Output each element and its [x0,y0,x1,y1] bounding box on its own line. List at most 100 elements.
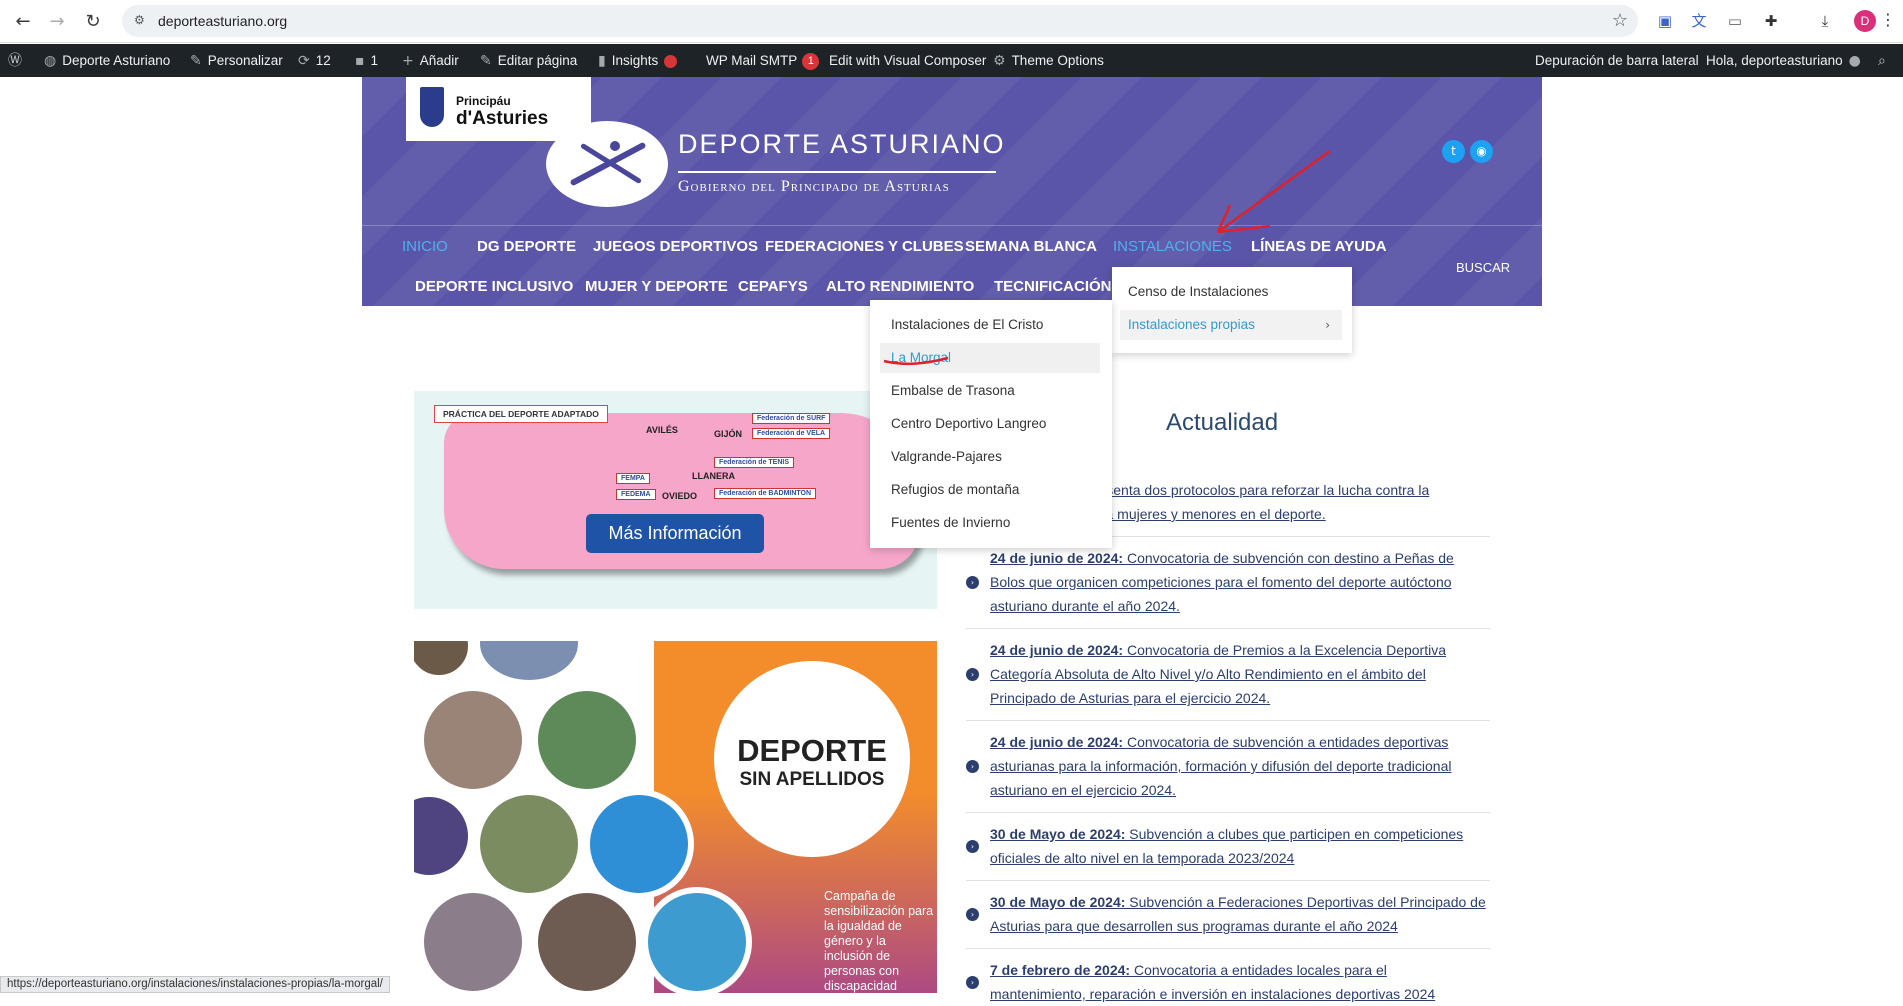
chevron-right-icon: › [966,976,979,989]
menu-icon[interactable]: ⋮ [1880,10,1896,29]
extension-icon[interactable]: ▣ [1654,10,1676,32]
nav-lineas-ayuda[interactable]: LÍNEAS DE AYUDA [1251,238,1387,255]
adminbar-account[interactable]: Hola, deporteasturiano ● [1706,44,1867,77]
nav-inicio[interactable]: INICIO [402,238,448,255]
news-link[interactable]: 30 de Mayo de 2024: Subvención a clubes … [990,822,1486,870]
adminbar-add-new[interactable]: + Añadir [402,44,459,77]
government-logo[interactable]: Principáu d'Asturies [406,77,591,141]
menu-item-censo[interactable]: Censo de Instalaciones [1120,277,1342,307]
promo-deporte-sin-apellidos[interactable]: DEPORTE SIN APELLIDOS Campaña de sensibi… [414,641,937,993]
nav-alto-rendimiento[interactable]: ALTO RENDIMIENTO [826,278,974,295]
chevron-right-icon: › [966,760,979,773]
nav-cepafys[interactable]: CEPAFYS [738,278,808,295]
federation-label: Federación de VELA [752,428,831,439]
address-bar[interactable]: ⚙ deporteasturiano.org ☆ [122,5,1638,37]
nav-mujer-deporte[interactable]: MUJER Y DEPORTE [585,278,728,295]
wp-admin-bar: Ⓦ ◍ Deporte Asturiano ✎ Personalizar ⟳ 12 ▪… [0,44,1903,77]
reload-icon[interactable]: ↻ [80,9,106,35]
site-header: Principáu d'Asturies DEPORTE ASTURIANO G… [362,77,1542,306]
twitter-icon[interactable]: t [1442,140,1465,163]
news-divider [966,812,1490,813]
updates-icon: ⟳ [298,53,310,69]
nav-deporte-inclusivo[interactable]: DEPORTE INCLUSIVO [415,278,573,295]
adminbar-search-icon[interactable]: ⌕ [1878,44,1892,77]
athlete-photo [532,887,642,993]
nav-juegos-deportivos[interactable]: JUEGOS DEPORTIVOS [593,238,758,255]
puzzle-icon[interactable]: ✚ [1760,10,1782,32]
nav-federaciones[interactable]: FEDERACIONES Y CLUBES [765,238,964,255]
campaign-logo: DEPORTE SIN APELLIDOS [714,661,910,857]
mas-informacion-button[interactable]: Más Información [586,514,764,553]
menu-item-instalaciones-propias[interactable]: Instalaciones propias › [1120,310,1342,340]
menu-item-fuentes[interactable]: Fuentes de Invierno [880,508,1100,538]
back-icon[interactable]: ← [10,9,36,35]
download-icon[interactable]: ⤓ [1814,10,1836,32]
news-divider [966,720,1490,721]
wordpress-logo-icon[interactable]: Ⓦ [8,44,28,77]
adminbar-insights[interactable]: ▮ Insights [598,44,678,77]
nav-instalaciones[interactable]: INSTALACIONES [1113,238,1232,255]
rss-icon[interactable]: ◉ [1470,140,1493,163]
menu-item-refugios[interactable]: Refugios de montaña [880,475,1100,505]
athlete-photo [474,789,584,899]
nav-dg-deporte[interactable]: DG DEPORTE [477,238,576,255]
news-divider [966,948,1490,949]
news-link[interactable]: 30 de Mayo de 2024: Subvención a Federac… [990,890,1486,938]
site-title[interactable]: DEPORTE ASTURIANO [678,129,1006,160]
bookmark-star-icon[interactable]: ☆ [1612,10,1628,31]
menu-item-trasona[interactable]: Embalse de Trasona [880,376,1100,406]
news-divider [966,628,1490,629]
chevron-right-icon: › [966,668,979,681]
city-label: AVILÉS [646,425,678,435]
adminbar-customize[interactable]: ✎ Personalizar [190,44,283,77]
nav-semana-blanca[interactable]: SEMANA BLANCA [965,238,1097,255]
site-logo-emblem[interactable] [546,121,668,207]
forward-icon[interactable]: → [44,9,70,35]
adminbar-site-name[interactable]: ◍ Deporte Asturiano [44,44,170,77]
status-bar-url: https://deporteasturiano.org/instalacion… [0,976,390,993]
site-info-icon[interactable]: ⚙ [134,13,150,29]
federation-label: FEDEMA [616,489,656,500]
adminbar-updates[interactable]: ⟳ 12 [298,44,331,77]
news-heading: Actualidad [1166,409,1279,436]
profile-avatar[interactable]: D [1854,10,1876,32]
news-link[interactable]: 24 de junio de 2024: Convocatoria de sub… [990,546,1486,618]
city-label: OVIEDO [662,491,698,501]
adminbar-theme-options[interactable]: ⚙ Theme Options [993,44,1104,77]
translate-icon[interactable]: 文 [1688,10,1710,32]
gov-logo-line1: Principáu [456,94,511,108]
gear-icon: ⚙ [993,53,1006,69]
menu-item-la-morgal[interactable]: La Morgal [880,343,1100,373]
chevron-right-icon: › [1325,318,1330,332]
search-toggle[interactable]: BUSCAR [1456,260,1510,275]
adminbar-comments[interactable]: ▪ 1 [355,44,378,77]
menu-item-langreo[interactable]: Centro Deportivo Langreo [880,409,1100,439]
athlete-photo [418,887,528,993]
promo-deporte-adaptado[interactable]: PRÁCTICA DEL DEPORTE ADAPTADO AVILÉS GIJ… [414,391,937,609]
news-link[interactable]: 24 de junio de 2024: Convocatoria de Pre… [990,638,1486,710]
site-subtitle: Gobierno del Principado de Asturias [678,171,996,196]
menu-item-valgrande[interactable]: Valgrande-Pajares [880,442,1100,472]
gov-logo-line2: d'Asturies [456,108,549,129]
news-divider [966,880,1490,881]
notification-badge: 1 [802,52,820,70]
news-link[interactable]: 24 de junio de 2024: Convocatoria de sub… [990,730,1486,802]
federation-label: Federación de BADMINTON [714,488,817,499]
news-link[interactable]: 7 de febrero de 2024: Convocatoria a ent… [990,958,1486,1006]
federation-label: FEMPA [616,473,650,484]
city-label: LLANERA [692,471,735,481]
shield-icon [420,87,444,127]
comment-icon: ▪ [355,53,365,69]
adminbar-sidebar-debug[interactable]: Depuración de barra lateral [1535,44,1699,77]
adminbar-visual-composer[interactable]: Edit with Visual Composer [829,44,986,77]
campaign-title-line1: DEPORTE [737,733,887,768]
pencil-icon: ✎ [480,53,492,69]
chevron-right-icon: › [966,840,979,853]
campaign-text: Campaña de sensibilización para la igual… [824,889,934,993]
nav-tecnificacion[interactable]: TECNIFICACIÓN D [994,278,1127,295]
url-text[interactable]: deporteasturiano.org [158,13,287,29]
adminbar-wp-mail-smtp[interactable]: WP Mail SMTP 1 [706,44,820,77]
menu-item-el-cristo[interactable]: Instalaciones de El Cristo [880,310,1100,340]
adminbar-edit-page[interactable]: ✎ Editar página [480,44,577,77]
cast-icon[interactable]: ▭ [1724,10,1746,32]
